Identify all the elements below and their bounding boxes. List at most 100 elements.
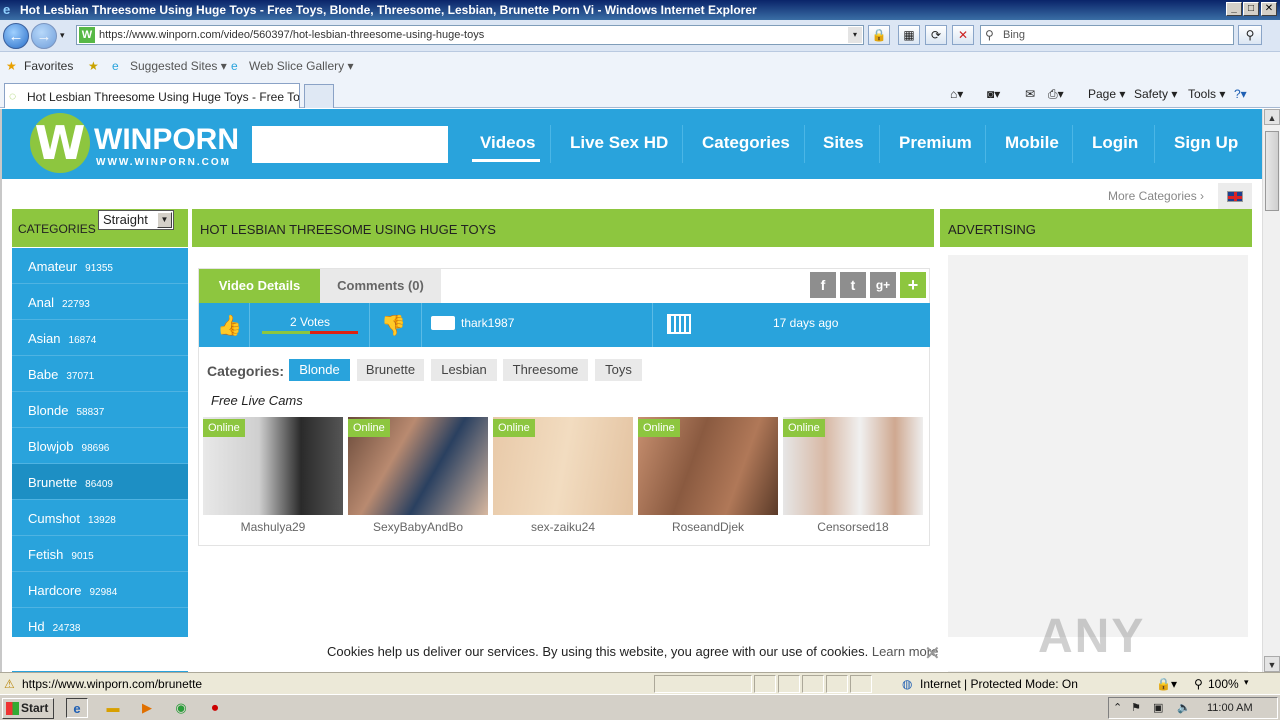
- refresh-icon[interactable]: ⟳: [925, 25, 947, 45]
- help-icon[interactable]: ?▾: [1234, 87, 1247, 101]
- cam-name[interactable]: RoseandDjek: [638, 520, 778, 534]
- category-item[interactable]: Amateur 91355: [12, 248, 188, 284]
- facebook-share-icon[interactable]: f: [810, 272, 836, 298]
- google-plus-share-icon[interactable]: g+: [870, 272, 896, 298]
- thumbs-up-icon[interactable]: 👍: [217, 313, 242, 338]
- security-zone[interactable]: Internet | Protected Mode: On: [920, 677, 1078, 691]
- cam-card[interactable]: Online Censorsed18: [783, 417, 923, 537]
- orientation-select[interactable]: Straight ▼: [98, 210, 174, 230]
- twitter-share-icon[interactable]: t: [840, 272, 866, 298]
- stop-app-icon[interactable]: ⏺: [204, 698, 226, 718]
- uploader-name[interactable]: thark1987: [461, 316, 514, 330]
- page-menu[interactable]: Page ▾: [1088, 87, 1125, 101]
- favorites-button[interactable]: Favorites: [24, 59, 73, 73]
- category-tag-threesome[interactable]: Threesome: [503, 359, 588, 381]
- cam-card[interactable]: Online RoseandDjek: [638, 417, 778, 537]
- more-categories-link[interactable]: More Categories ›: [1108, 189, 1204, 203]
- scroll-thumb[interactable]: [1265, 131, 1279, 211]
- add-favorites-icon[interactable]: ★: [88, 59, 99, 73]
- thumbs-down-icon[interactable]: 👎: [381, 313, 406, 338]
- new-tab-button[interactable]: [304, 84, 334, 108]
- volume-icon[interactable]: 🔈: [1177, 701, 1191, 714]
- cookie-close-icon[interactable]: ✕: [924, 641, 941, 666]
- start-button[interactable]: Start: [2, 698, 54, 719]
- category-item[interactable]: Babe 37071: [12, 356, 188, 392]
- vertical-scrollbar[interactable]: ▲ ▼: [1262, 109, 1280, 672]
- feeds-icon[interactable]: ◙▾: [987, 87, 1000, 101]
- chrome-icon[interactable]: ◉: [170, 698, 192, 718]
- scroll-up-icon[interactable]: ▲: [1264, 109, 1280, 125]
- flag-icon[interactable]: ⚑: [1131, 701, 1141, 714]
- category-item[interactable]: Blonde 58837: [12, 392, 188, 428]
- category-item[interactable]: Hardcore 92984: [12, 572, 188, 608]
- category-tag-toys[interactable]: Toys: [595, 359, 642, 381]
- nav-videos[interactable]: Videos: [480, 133, 535, 153]
- clock[interactable]: 11:00 AM: [1207, 702, 1253, 714]
- print-icon[interactable]: ⎙▾: [1048, 87, 1064, 102]
- nav-live-sex-hd[interactable]: Live Sex HD: [570, 133, 668, 153]
- tools-menu[interactable]: Tools ▾: [1188, 87, 1225, 101]
- nav-sign-up[interactable]: Sign Up: [1174, 133, 1238, 153]
- cam-name[interactable]: sex-zaiku24: [493, 520, 633, 534]
- add-share-icon[interactable]: +: [900, 272, 926, 298]
- category-item[interactable]: Asian 16874: [12, 320, 188, 356]
- back-icon[interactable]: ←: [3, 23, 29, 49]
- cam-card[interactable]: Online SexyBabyAndBo: [348, 417, 488, 537]
- stop-icon[interactable]: ✕: [952, 25, 974, 45]
- category-tag-lesbian[interactable]: Lesbian: [431, 359, 497, 381]
- lock-icon[interactable]: 🔒: [868, 25, 890, 45]
- category-item[interactable]: Cumshot 13928: [12, 500, 188, 536]
- address-url[interactable]: https://www.winporn.com/video/560397/hot…: [99, 29, 484, 41]
- category-tag-brunette[interactable]: Brunette: [357, 359, 424, 381]
- nav-sites[interactable]: Sites: [823, 133, 864, 153]
- web-slice-gallery-link[interactable]: Web Slice Gallery ▾: [249, 59, 354, 73]
- category-item[interactable]: Fetish 9015: [12, 536, 188, 572]
- tray-expand-icon[interactable]: ⌃: [1113, 701, 1122, 714]
- tab-video-details[interactable]: Video Details: [199, 269, 320, 303]
- address-bar[interactable]: W https://www.winporn.com/video/560397/h…: [76, 25, 864, 45]
- language-selector[interactable]: [1218, 183, 1252, 209]
- maximize-button[interactable]: □: [1243, 2, 1259, 16]
- tab-comments[interactable]: Comments (0): [320, 269, 441, 303]
- media-player-icon[interactable]: ▶: [136, 698, 158, 718]
- close-button[interactable]: ✕: [1261, 2, 1277, 16]
- category-tag-blonde[interactable]: Blonde: [289, 359, 350, 381]
- category-item-hovered[interactable]: Brunette 86409: [12, 464, 188, 500]
- protected-mode-icon[interactable]: 🔒▾: [1156, 677, 1177, 691]
- cam-name[interactable]: Mashulya29: [203, 520, 343, 534]
- category-item[interactable]: Anal 22793: [12, 284, 188, 320]
- suggested-sites-link[interactable]: Suggested Sites ▾: [130, 59, 227, 73]
- browser-tab-active[interactable]: ◌ Hot Lesbian Threesome Using Huge Toys …: [4, 83, 300, 108]
- address-dropdown-icon[interactable]: ▾: [848, 27, 862, 43]
- chevron-down-icon[interactable]: ▼: [157, 212, 172, 228]
- ie-page-icon: e: [112, 59, 119, 73]
- safety-menu[interactable]: Safety ▾: [1134, 87, 1177, 101]
- ie-taskbar-icon[interactable]: e: [66, 698, 88, 718]
- zoom-dropdown-icon[interactable]: ▾: [1244, 677, 1249, 688]
- compat-view-icon[interactable]: ▦: [898, 25, 920, 45]
- cam-name[interactable]: SexyBabyAndBo: [348, 520, 488, 534]
- zoom-level[interactable]: 100%: [1208, 677, 1239, 691]
- nav-mobile[interactable]: Mobile: [1005, 133, 1059, 153]
- home-icon[interactable]: ⌂▾: [950, 87, 963, 101]
- site-search-input[interactable]: [252, 126, 448, 163]
- search-input[interactable]: ⚲ Bing: [980, 25, 1234, 45]
- explorer-folder-icon[interactable]: ▬: [102, 698, 124, 718]
- network-icon[interactable]: ▣: [1153, 701, 1163, 714]
- cam-card[interactable]: Online Mashulya29: [203, 417, 343, 537]
- favorites-star-icon[interactable]: ★: [6, 59, 17, 73]
- nav-categories[interactable]: Categories: [702, 133, 790, 153]
- zoom-icon[interactable]: ⚲: [1194, 677, 1203, 691]
- cam-card[interactable]: Online sex-zaiku24: [493, 417, 633, 537]
- site-logo[interactable]: W WINPORN WWW.WINPORN.COM: [30, 113, 239, 175]
- mail-icon[interactable]: ✉: [1025, 87, 1035, 101]
- nav-premium[interactable]: Premium: [899, 133, 972, 153]
- category-item[interactable]: Blowjob 98696: [12, 428, 188, 464]
- minimize-button[interactable]: _: [1226, 2, 1242, 16]
- forward-icon[interactable]: →: [31, 23, 57, 49]
- recent-pages-icon[interactable]: ▾: [60, 30, 65, 41]
- cam-name[interactable]: Censorsed18: [783, 520, 923, 534]
- nav-login[interactable]: Login: [1092, 133, 1138, 153]
- scroll-down-icon[interactable]: ▼: [1264, 656, 1280, 672]
- search-icon[interactable]: ⚲: [1238, 25, 1262, 45]
